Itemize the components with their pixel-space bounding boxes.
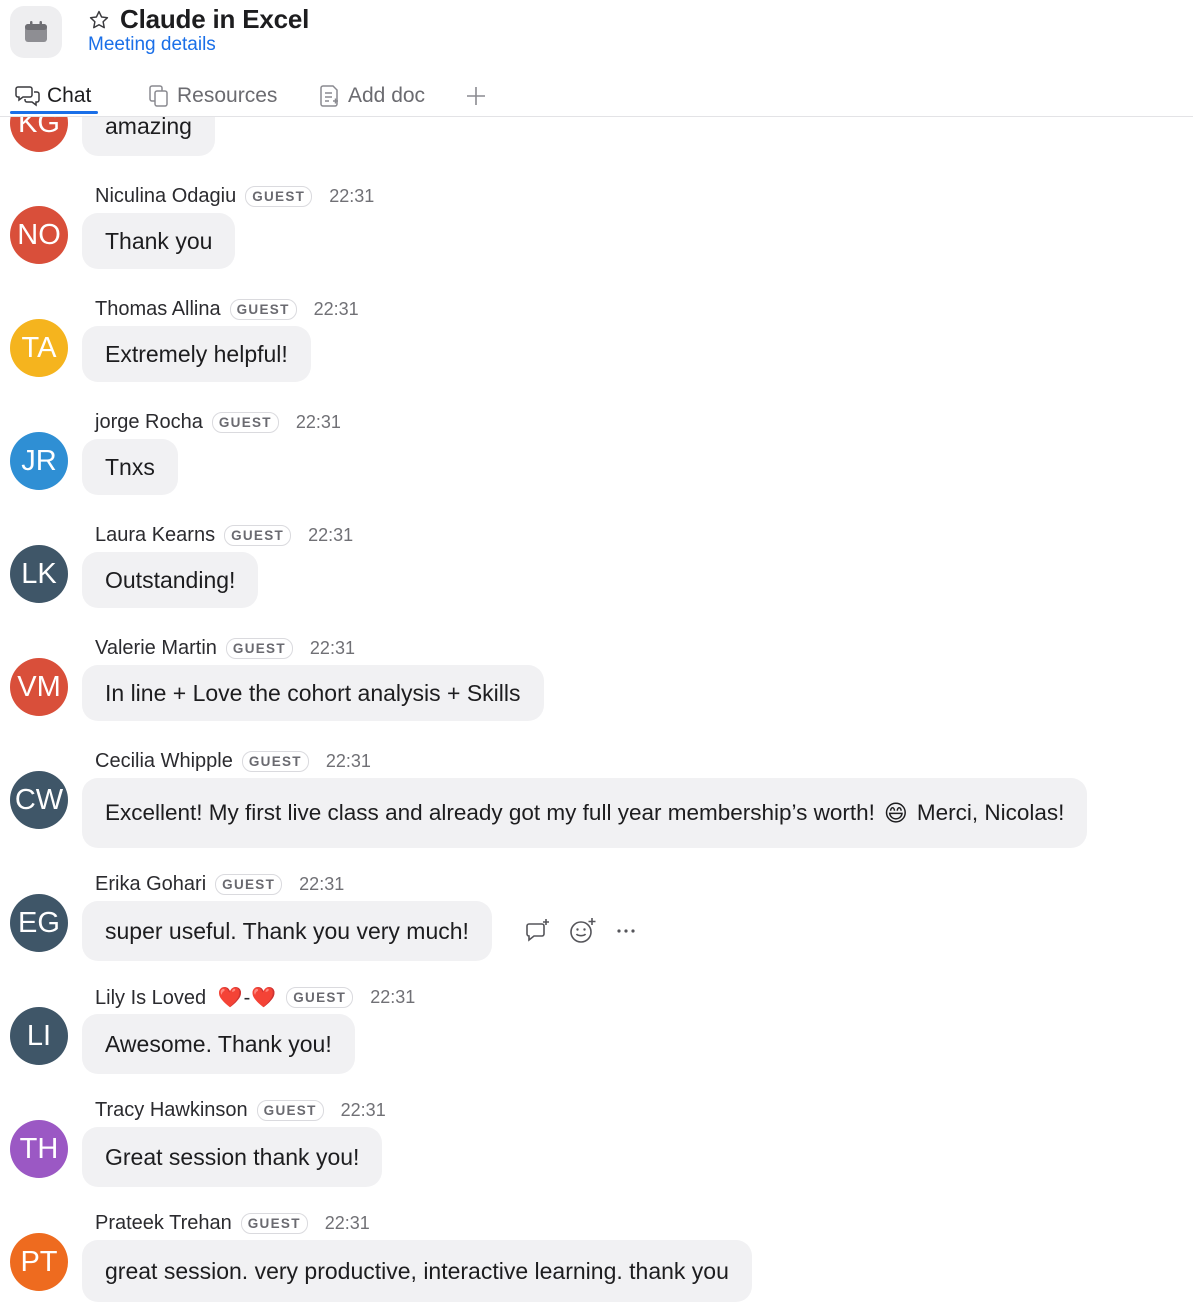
message-time: 22:31 [299,873,345,894]
sender-name-text: Lily Is Loved [95,986,207,1009]
tab-chat-label: Chat [47,84,92,107]
tab-resources[interactable]: Resources [147,78,277,114]
avatar[interactable]: NO [10,206,68,264]
message-hover-actions [524,903,638,959]
message-bubble[interactable]: Thank you [82,213,236,269]
sender-name[interactable]: Tracy Hawkinson [95,1099,248,1122]
message-text: Tnxs [105,453,155,480]
message-text: Excellent! My first live class and alrea… [105,800,875,825]
red-heart-emoji: ❤️ [217,986,243,1009]
sender-name[interactable]: jorge Rocha [95,411,203,434]
sender-name[interactable]: Erika Gohari [95,873,206,896]
avatar[interactable]: CW [10,771,68,829]
message-bubble[interactable]: great session. very productive, interact… [82,1240,752,1302]
add-doc-icon [320,85,338,107]
message-bubble[interactable]: Excellent! My first live class and alrea… [82,778,1088,848]
message-time: 22:31 [340,1099,386,1120]
active-tab-indicator [10,111,98,114]
sender-name[interactable]: Thomas Allina [95,298,221,321]
avatar[interactable]: TH [10,1120,68,1178]
sender-name[interactable]: Cecilia Whipple [95,750,233,773]
message-time: 22:31 [308,524,354,545]
add-reaction-icon[interactable] [568,917,598,945]
guest-badge: GUEST [256,1099,324,1121]
message-text-continued: Merci, Nicolas! [916,800,1065,825]
add-tab-button[interactable] [464,78,488,114]
sender-name[interactable]: Prateek Trehan [95,1212,232,1235]
message-text: Awesome. Thank you! [105,1030,332,1057]
guest-badge: GUEST [225,637,293,659]
tab-chat[interactable]: Chat [15,78,91,114]
message-time: 22:31 [295,411,341,432]
message-bubble[interactable]: In line + Love the cohort analysis + Ski… [82,665,544,721]
message-text: super useful. Thank you very much! [105,917,469,944]
sender-name[interactable]: Lily Is Loved ❤️-❤️ [95,985,277,1010]
message-time: 22:31 [324,1212,370,1233]
guest-badge: GUEST [240,1212,308,1234]
avatar[interactable]: EG [10,894,68,952]
guest-badge: GUEST [286,986,354,1008]
red-heart-emoji: ❤️ [251,986,277,1009]
name-separator: - [243,986,251,1009]
avatar[interactable]: LI [10,1007,68,1065]
message-bubble[interactable]: Great session thank you! [82,1127,383,1187]
message-bubble[interactable]: Tnxs [82,439,178,495]
message-time: 22:31 [313,298,359,319]
message-text: In line + Love the cohort analysis + Ski… [105,679,521,706]
chat-header: Claude in Excel Meeting details Chat Res… [0,0,1193,117]
channel-title: Claude in Excel [120,4,310,34]
guest-badge: GUEST [229,298,297,320]
more-options-icon[interactable] [614,917,638,945]
avatar[interactable]: VM [10,658,68,716]
calendar-icon [25,21,47,42]
star-favorite-icon[interactable] [88,9,110,31]
resources-icon [149,85,168,107]
guest-badge: GUEST [245,185,313,207]
tab-add-doc-label: Add doc [348,84,426,107]
grinning-emoji: 😄 [883,799,908,826]
message-text: Extremely helpful! [105,340,288,367]
plus-icon [467,87,485,105]
avatar[interactable]: TA [10,319,68,377]
message-text: great session. very productive, interact… [105,1257,729,1284]
message-time: 22:31 [325,750,371,771]
message-bubble[interactable]: super useful. Thank you very much! [82,901,492,961]
meeting-details-link[interactable]: Meeting details [88,34,216,56]
message-bubble[interactable]: Extremely helpful! [82,326,311,382]
reply-in-thread-icon[interactable] [524,917,552,945]
message-text: Outstanding! [105,566,236,593]
message-bubble[interactable]: Outstanding! [82,552,259,608]
message-text: Thank you [105,227,213,254]
message-time: 22:31 [370,986,416,1007]
sender-name[interactable]: Valerie Martin [95,637,217,660]
sender-name[interactable]: Niculina Odagiu [95,185,236,208]
guest-badge: GUEST [224,524,292,546]
message-time: 22:31 [329,185,375,206]
tab-resources-label: Resources [177,84,278,107]
channel-tabs: Chat Resources Add doc [0,78,1193,117]
avatar[interactable]: PT [10,1233,68,1291]
meeting-calendar-button[interactable] [10,6,62,58]
message-text: Great session thank you! [105,1143,360,1170]
guest-badge: GUEST [211,411,279,433]
chat-bubbles-icon [15,86,40,107]
message-time: 22:31 [309,637,355,658]
tab-add-doc[interactable]: Add doc [318,78,425,114]
avatar[interactable]: JR [10,432,68,490]
message-bubble[interactable]: Awesome. Thank you! [82,1014,355,1074]
guest-badge: GUEST [215,873,283,895]
sender-name[interactable]: Laura Kearns [95,524,215,547]
guest-badge: GUEST [241,750,309,772]
avatar[interactable]: LK [10,545,68,603]
